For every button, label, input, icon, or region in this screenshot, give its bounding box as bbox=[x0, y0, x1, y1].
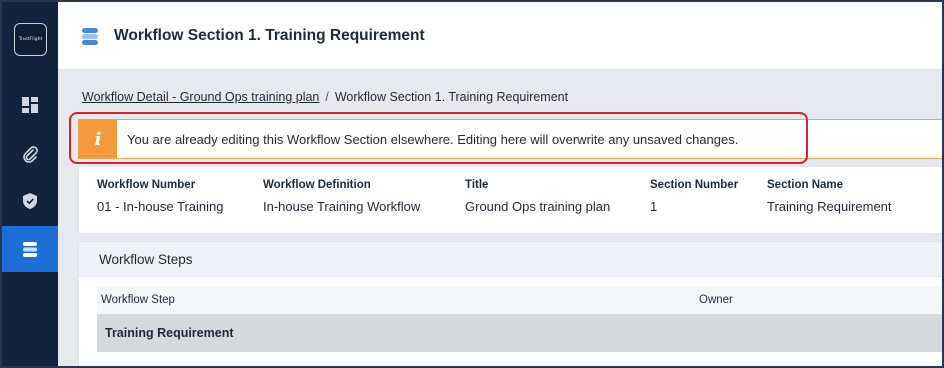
panel-title: Workflow Steps bbox=[79, 242, 942, 277]
alert-message: You are already editing this Workflow Se… bbox=[127, 131, 739, 147]
field-workflow-definition: Workflow Definition In-house Training Wo… bbox=[263, 179, 420, 214]
field-value: 01 - In-house Training bbox=[97, 199, 224, 214]
section-details-card: Workflow Number 01 - In-house Training W… bbox=[78, 166, 942, 234]
field-title: Title Ground Ops training plan bbox=[465, 179, 610, 214]
field-label: Title bbox=[465, 179, 489, 191]
field-label: Workflow Definition bbox=[263, 179, 371, 191]
field-value: Training Requirement bbox=[767, 199, 892, 214]
table-header: Workflow Step Owner bbox=[97, 286, 942, 314]
step-name-cell: Training Requirement bbox=[105, 326, 234, 340]
paperclip-icon bbox=[21, 145, 39, 163]
info-icon: i bbox=[79, 120, 117, 158]
workflow-icon bbox=[21, 240, 39, 258]
breadcrumb: Workflow Detail - Ground Ops training pl… bbox=[82, 90, 568, 104]
field-value: Ground Ops training plan bbox=[465, 199, 611, 214]
shield-icon bbox=[21, 192, 39, 210]
logo-text: TrustFlight bbox=[18, 37, 43, 42]
field-value: In-house Training Workflow bbox=[263, 199, 421, 214]
breadcrumb-separator: / bbox=[325, 90, 329, 104]
sidebar-item-attachments[interactable] bbox=[2, 131, 58, 177]
app-logo[interactable]: TrustFlight bbox=[14, 23, 47, 56]
workflow-steps-panel: Workflow Steps Workflow Step Owner Train… bbox=[78, 241, 942, 366]
field-label: Section Number bbox=[650, 179, 739, 191]
sidebar-item-workflows[interactable] bbox=[2, 226, 58, 272]
field-value: 1 bbox=[650, 199, 658, 214]
table-row[interactable]: Training Requirement bbox=[97, 314, 942, 352]
workflow-icon bbox=[80, 26, 100, 51]
field-section-name: Section Name Training Requirement bbox=[767, 179, 892, 214]
page-header: Workflow Section 1. Training Requirement bbox=[58, 2, 942, 70]
breadcrumb-parent-link[interactable]: Workflow Detail - Ground Ops training pl… bbox=[82, 90, 319, 104]
column-header-owner[interactable]: Owner bbox=[699, 294, 733, 306]
warning-alert: i You are already editing this Workflow … bbox=[78, 119, 942, 159]
field-label: Section Name bbox=[767, 179, 844, 191]
breadcrumb-current: Workflow Section 1. Training Requirement bbox=[334, 90, 569, 104]
app-window: TrustFlight Workflow Section 1. Training… bbox=[0, 0, 944, 368]
sidebar-item-dashboard[interactable] bbox=[2, 82, 58, 128]
dashboard-icon bbox=[21, 96, 39, 114]
field-label: Workflow Number bbox=[97, 179, 196, 191]
page-title: Workflow Section 1. Training Requirement bbox=[114, 27, 425, 44]
sidebar: TrustFlight bbox=[2, 2, 58, 366]
sidebar-item-security[interactable] bbox=[2, 178, 58, 224]
field-section-number: Section Number 1 bbox=[650, 179, 738, 214]
column-header-workflow-step[interactable]: Workflow Step bbox=[101, 294, 175, 306]
field-workflow-number: Workflow Number 01 - In-house Training bbox=[97, 179, 223, 214]
